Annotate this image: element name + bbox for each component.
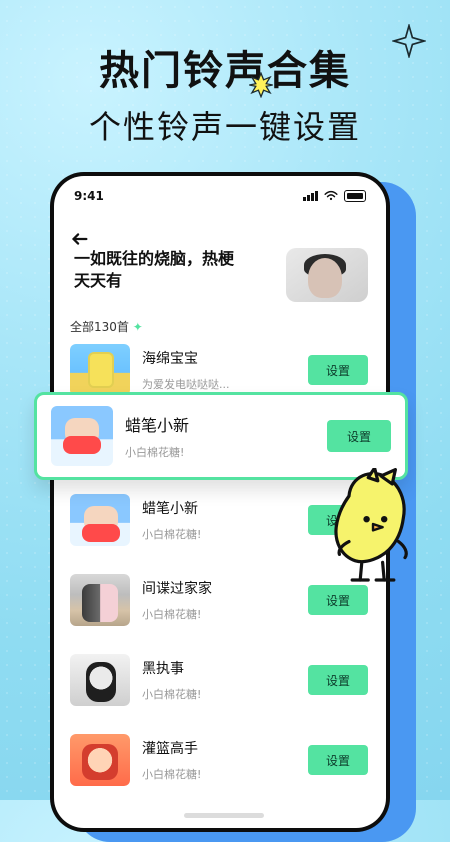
list-item-subtitle: 为爱发电哒哒哒... [142, 378, 230, 391]
set-button[interactable]: 设置 [308, 355, 368, 385]
back-arrow-icon[interactable] [68, 228, 90, 250]
set-button[interactable]: 设置 [308, 665, 368, 695]
highlighted-title: 蜡笔小新 [125, 416, 190, 435]
list-item-title: 间谍过家家 [142, 581, 212, 597]
home-indicator [184, 813, 264, 818]
thumbnail-spongebob [70, 344, 130, 396]
chick-mascot [334, 468, 408, 582]
set-button[interactable]: 设置 [327, 420, 391, 452]
hero-section: 一如既往的烧脑，热梗天天有 [74, 248, 368, 308]
status-right [303, 190, 366, 202]
list-item-subtitle: 小白棉花糖! [142, 528, 202, 541]
hero-face [308, 258, 342, 298]
list-item-title: 黑执事 [142, 661, 184, 677]
hero-thumbnail [286, 248, 368, 302]
promo-subhead: 个性铃声一键设置 [88, 108, 361, 146]
thumbnail-butler [70, 654, 130, 706]
list-item-meta: 黑执事 小白棉花糖! [142, 658, 308, 702]
list-item[interactable]: 灌篮高手 小白棉花糖! 设置 [70, 728, 368, 792]
thumbnail-shin [70, 494, 130, 546]
list-item[interactable]: 黑执事 小白棉花糖! 设置 [70, 648, 368, 712]
list-item-meta: 蜡笔小新 小白棉花糖! [142, 498, 308, 542]
count-label: 全部130首 ✦ [70, 318, 143, 335]
list-item-title: 海绵宝宝 [142, 351, 198, 367]
thumbnail-shin [51, 406, 113, 466]
starburst-icon [249, 72, 273, 98]
highlighted-subtitle: 小白棉花糖! [125, 446, 185, 459]
list-item-title: 灌篮高手 [142, 741, 198, 757]
highlighted-meta: 蜡笔小新 小白棉花糖! [125, 412, 327, 460]
battery-icon [344, 190, 366, 202]
list-item-subtitle: 小白棉花糖! [142, 608, 202, 621]
promo-headline: 热门铃声合集 [99, 48, 351, 94]
thumbnail-slamdunk [70, 734, 130, 786]
highlighted-ringtone-card[interactable]: 蜡笔小新 小白棉花糖! 设置 [34, 392, 408, 480]
thumbnail-spy [70, 574, 130, 626]
set-button[interactable]: 设置 [308, 745, 368, 775]
list-item-title: 蜡笔小新 [142, 501, 198, 517]
count-text: 全部130首 [70, 320, 129, 334]
list-item-subtitle: 小白棉花糖! [142, 688, 202, 701]
set-button[interactable]: 设置 [308, 585, 368, 615]
status-time: 9:41 [74, 189, 104, 203]
list-item-meta: 海绵宝宝 为爱发电哒哒哒... [142, 348, 308, 392]
sparkle-small-icon: ✦ [132, 320, 143, 334]
list-item-meta: 间谍过家家 小白棉花糖! [142, 578, 308, 622]
signal-icon [303, 191, 318, 201]
sparkle-icon [392, 24, 426, 58]
status-bar: 9:41 [54, 186, 386, 206]
hero-text: 一如既往的烧脑，热梗天天有 [74, 249, 235, 290]
list-item-meta: 灌篮高手 小白棉花糖! [142, 738, 308, 782]
wifi-icon [324, 190, 338, 201]
list-item-subtitle: 小白棉花糖! [142, 768, 202, 781]
